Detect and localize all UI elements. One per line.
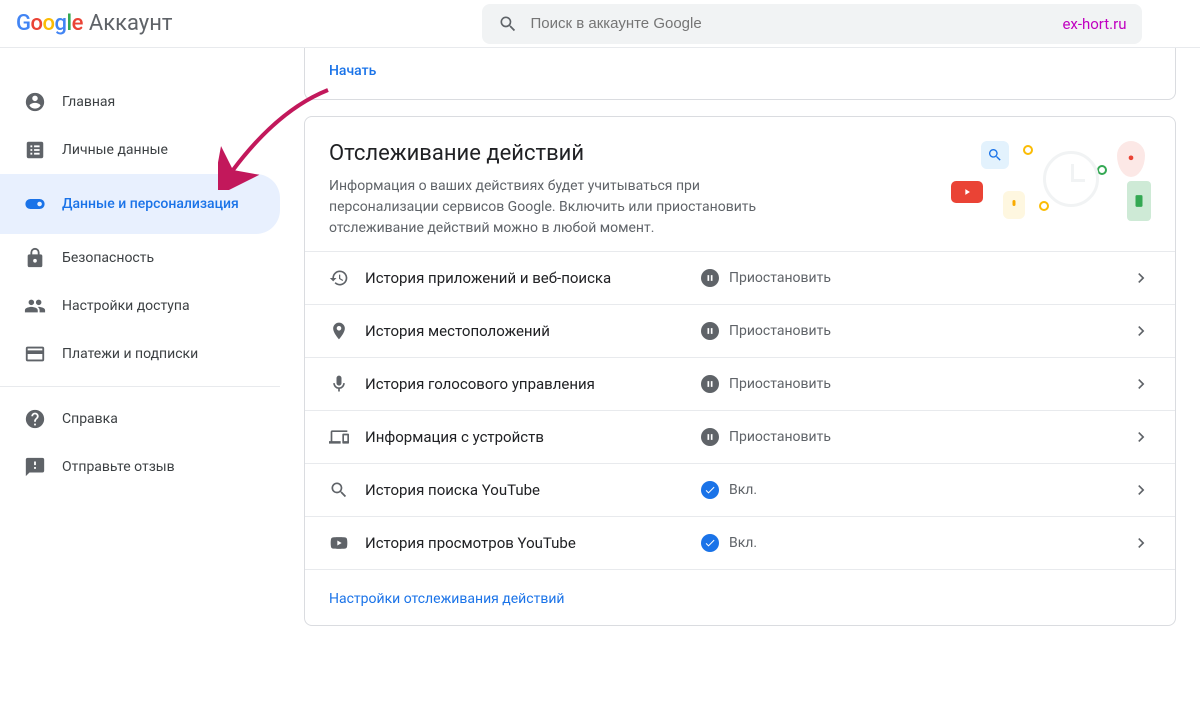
phone-icon bbox=[1127, 181, 1151, 221]
main-content: Начать Отслеживание действий Информация … bbox=[280, 48, 1200, 701]
sidebar-item-label: Отправьте отзыв bbox=[62, 458, 175, 476]
account-label: Аккаунт bbox=[89, 11, 173, 36]
mic-small-icon bbox=[1003, 191, 1025, 219]
chevron-right-icon bbox=[1131, 374, 1151, 394]
status-text: Вкл. bbox=[729, 535, 757, 551]
pause-icon bbox=[701, 322, 719, 340]
sidebar-item-personal[interactable]: Личные данные bbox=[0, 126, 280, 174]
sidebar-item-data-personalization[interactable]: Данные и персонализация bbox=[0, 174, 280, 234]
start-link[interactable]: Начать bbox=[329, 63, 376, 79]
row-status: Приостановить bbox=[701, 428, 1115, 446]
divider bbox=[0, 386, 280, 387]
activity-row-youtube-watch[interactable]: История просмотров YouTube Вкл. bbox=[305, 516, 1175, 569]
sidebar: Главная Личные данные Данные и персонали… bbox=[0, 48, 280, 701]
activity-row-devices[interactable]: Информация с устройств Приостановить bbox=[305, 410, 1175, 463]
search-icon bbox=[498, 14, 518, 34]
activity-card-header: Отслеживание действий Информация о ваших… bbox=[305, 117, 1175, 251]
row-label: Информация с устройств bbox=[365, 428, 685, 446]
row-label: История приложений и веб-поиска bbox=[365, 269, 685, 287]
search-container: ex-hort.ru bbox=[482, 4, 1142, 44]
sidebar-item-label: Главная bbox=[62, 93, 115, 111]
sidebar-item-access[interactable]: Настройки доступа bbox=[0, 282, 280, 330]
sidebar-item-feedback[interactable]: Отправьте отзыв bbox=[0, 443, 280, 491]
sidebar-item-label: Справка bbox=[62, 410, 118, 428]
pin-icon bbox=[1117, 141, 1145, 177]
people-icon bbox=[24, 295, 46, 317]
status-text: Приостановить bbox=[729, 376, 831, 392]
row-status: Приостановить bbox=[701, 322, 1115, 340]
row-label: История местоположений bbox=[365, 322, 685, 340]
sidebar-item-label: Безопасность bbox=[62, 249, 154, 267]
toggle-icon bbox=[24, 193, 46, 215]
row-status: Приостановить bbox=[701, 269, 1115, 287]
check-icon bbox=[701, 534, 719, 552]
mic-icon bbox=[329, 374, 349, 394]
logo[interactable]: Google Аккаунт bbox=[16, 11, 172, 36]
history-icon bbox=[329, 268, 349, 288]
row-status: Вкл. bbox=[701, 534, 1115, 552]
status-text: Приостановить bbox=[729, 323, 831, 339]
sidebar-item-payments[interactable]: Платежи и подписки bbox=[0, 330, 280, 378]
activity-row-voice[interactable]: История голосового управления Приостанов… bbox=[305, 357, 1175, 410]
sidebar-item-label: Настройки доступа bbox=[62, 297, 190, 315]
lock-icon bbox=[24, 247, 46, 269]
chevron-right-icon bbox=[1131, 427, 1151, 447]
chevron-right-icon bbox=[1131, 533, 1151, 553]
status-text: Приостановить bbox=[729, 429, 831, 445]
activity-row-youtube-search[interactable]: История поиска YouTube Вкл. bbox=[305, 463, 1175, 516]
magnifier-icon bbox=[981, 141, 1009, 169]
youtube-icon bbox=[329, 533, 349, 553]
check-icon bbox=[701, 481, 719, 499]
card-footer: Настройки отслеживания действий bbox=[305, 569, 1175, 625]
card-title: Отслеживание действий bbox=[329, 141, 927, 166]
sidebar-item-label: Платежи и подписки bbox=[62, 345, 198, 363]
pause-icon bbox=[701, 428, 719, 446]
sidebar-item-label: Данные и персонализация bbox=[62, 195, 239, 213]
activity-illustration bbox=[951, 141, 1151, 231]
row-status: Приостановить bbox=[701, 375, 1115, 393]
feedback-icon bbox=[24, 456, 46, 478]
activity-card: Отслеживание действий Информация о ваших… bbox=[304, 116, 1176, 626]
activity-row-location[interactable]: История местоположений Приостановить bbox=[305, 304, 1175, 357]
id-card-icon bbox=[24, 139, 46, 161]
play-icon bbox=[951, 181, 983, 203]
sidebar-item-help[interactable]: Справка bbox=[0, 395, 280, 443]
location-icon bbox=[329, 321, 349, 341]
chevron-right-icon bbox=[1131, 321, 1151, 341]
person-circle-icon bbox=[24, 91, 46, 113]
google-logo: Google bbox=[16, 11, 83, 36]
pause-icon bbox=[701, 375, 719, 393]
help-icon bbox=[24, 408, 46, 430]
search-highlight: ex-hort.ru bbox=[1062, 15, 1126, 33]
pause-icon bbox=[701, 269, 719, 287]
activity-row-web[interactable]: История приложений и веб-поиска Приостан… bbox=[305, 251, 1175, 304]
sidebar-item-label: Личные данные bbox=[62, 141, 168, 159]
card-description: Информация о ваших действиях будет учиты… bbox=[329, 176, 809, 239]
row-label: История поиска YouTube bbox=[365, 481, 685, 499]
search-box[interactable]: ex-hort.ru bbox=[482, 4, 1142, 44]
clock-icon bbox=[1043, 151, 1099, 207]
sidebar-item-security[interactable]: Безопасность bbox=[0, 234, 280, 282]
row-label: История просмотров YouTube bbox=[365, 534, 685, 552]
card-icon bbox=[24, 343, 46, 365]
ring-icon bbox=[1039, 201, 1049, 211]
row-label: История голосового управления bbox=[365, 375, 685, 393]
activity-settings-link[interactable]: Настройки отслеживания действий bbox=[329, 591, 565, 607]
ring-icon bbox=[1023, 145, 1033, 155]
youtube-search-icon bbox=[329, 480, 349, 500]
status-text: Приостановить bbox=[729, 270, 831, 286]
devices-icon bbox=[329, 427, 349, 447]
chevron-right-icon bbox=[1131, 268, 1151, 288]
status-text: Вкл. bbox=[729, 482, 757, 498]
row-status: Вкл. bbox=[701, 481, 1115, 499]
header: Google Аккаунт ex-hort.ru bbox=[0, 0, 1200, 48]
top-card: Начать bbox=[304, 48, 1176, 100]
chevron-right-icon bbox=[1131, 480, 1151, 500]
search-input[interactable] bbox=[530, 15, 1050, 32]
sidebar-item-home[interactable]: Главная bbox=[0, 78, 280, 126]
